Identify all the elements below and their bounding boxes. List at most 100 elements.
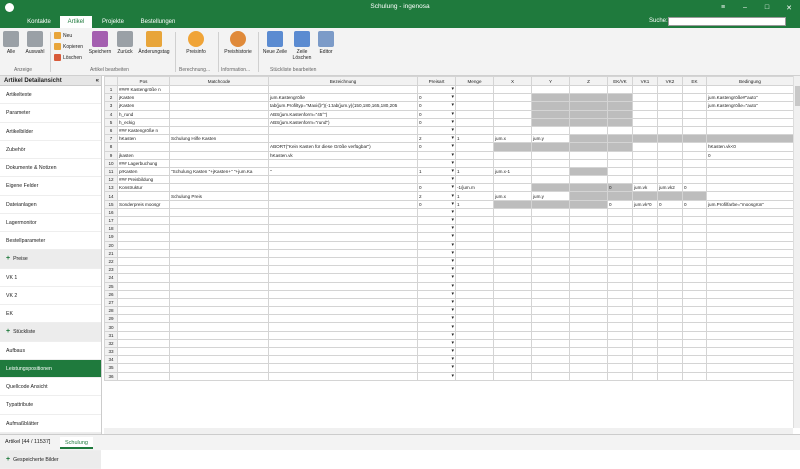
table-cell[interactable]: tab(jum.Profiltyp="Maxi@")(-1:tab(jum.y)…	[268, 101, 418, 111]
table-cell[interactable]	[706, 297, 793, 308]
table-cell[interactable]	[117, 191, 170, 201]
column-header[interactable]	[104, 76, 118, 86]
table-cell[interactable]	[569, 240, 608, 250]
table-cell[interactable]	[531, 281, 570, 291]
table-cell[interactable]	[632, 330, 658, 340]
table-cell[interactable]	[455, 306, 494, 316]
table-cell[interactable]: jum.y	[531, 134, 570, 144]
table-row[interactable]: 31 ▾	[104, 330, 793, 340]
table-row[interactable]: 21 ▾	[104, 248, 793, 258]
row-number[interactable]: 25	[104, 281, 118, 291]
table-cell[interactable]	[169, 109, 269, 119]
table-cell[interactable]	[268, 314, 418, 324]
row-number[interactable]: 36	[104, 371, 118, 381]
table-cell[interactable]	[682, 215, 707, 226]
table-cell[interactable]	[531, 84, 570, 95]
table-cell[interactable]	[657, 248, 683, 258]
table-cell[interactable]	[569, 306, 608, 316]
table-cell[interactable]: h_eckig	[117, 117, 170, 127]
table-cell[interactable]: 0	[607, 183, 633, 193]
table-cell[interactable]: ▾	[417, 224, 456, 234]
table-cell[interactable]	[607, 289, 633, 299]
table-cell[interactable]: Sonderpreis moosgr	[117, 199, 170, 209]
table-cell[interactable]	[569, 232, 608, 242]
table-cell[interactable]	[268, 134, 418, 144]
table-row[interactable]: 19 ▾	[104, 232, 793, 242]
table-cell[interactable]	[169, 150, 269, 160]
table-cell[interactable]	[607, 175, 633, 185]
table-cell[interactable]	[632, 158, 658, 168]
table-cell[interactable]	[117, 265, 170, 275]
table-cell[interactable]	[682, 158, 707, 168]
table-cell[interactable]	[569, 125, 608, 136]
table-cell[interactable]	[682, 256, 707, 267]
table-cell[interactable]	[632, 142, 658, 152]
table-cell[interactable]	[117, 371, 170, 381]
sidebar-section[interactable]: + Gespeicherte Bilder	[0, 451, 101, 469]
table-cell[interactable]	[706, 125, 793, 136]
table-cell[interactable]	[569, 134, 608, 144]
table-cell[interactable]	[169, 273, 269, 283]
column-header[interactable]: VK2	[657, 76, 683, 86]
dropdown-arrow-icon[interactable]: ▾	[451, 103, 454, 109]
table-cell[interactable]	[632, 314, 658, 324]
table-cell[interactable]	[682, 150, 707, 160]
preisinfo-button[interactable]: Preisinfo	[183, 31, 209, 55]
table-cell[interactable]	[268, 215, 418, 226]
table-cell[interactable]	[268, 224, 418, 234]
table-cell[interactable]	[569, 150, 608, 160]
dropdown-arrow-icon[interactable]: ▾	[451, 193, 454, 199]
table-cell[interactable]	[569, 101, 608, 111]
search-input[interactable]	[668, 17, 786, 26]
table-cell[interactable]: ▾	[417, 158, 456, 168]
table-cell[interactable]	[268, 256, 418, 267]
table-cell[interactable]: 0	[706, 150, 793, 160]
table-cell[interactable]	[706, 158, 793, 168]
table-cell[interactable]: jum.Profilfarbe="moosgrün"	[706, 199, 793, 209]
table-cell[interactable]: ▾	[417, 256, 456, 267]
table-cell[interactable]	[706, 371, 793, 381]
table-cell[interactable]	[493, 346, 532, 357]
row-number[interactable]: 1	[104, 84, 118, 95]
table-cell[interactable]	[455, 109, 494, 119]
table-cell[interactable]	[169, 346, 269, 357]
table-cell[interactable]	[607, 314, 633, 324]
table-cell[interactable]: 2 ▾	[417, 191, 456, 201]
table-cell[interactable]	[493, 355, 532, 365]
table-cell[interactable]: 0 ▾	[417, 109, 456, 119]
table-cell[interactable]	[268, 338, 418, 349]
table-cell[interactable]	[657, 224, 683, 234]
table-cell[interactable]	[607, 248, 633, 258]
table-cell[interactable]	[632, 265, 658, 275]
table-cell[interactable]: h_rund	[117, 109, 170, 119]
table-cell[interactable]	[493, 150, 532, 160]
table-cell[interactable]	[706, 281, 793, 291]
row-number[interactable]: 14	[104, 191, 118, 201]
table-cell[interactable]	[455, 322, 494, 332]
table-cell[interactable]: jum.vk2	[657, 183, 683, 193]
table-cell[interactable]	[682, 322, 707, 332]
table-cell[interactable]	[493, 273, 532, 283]
column-header[interactable]: Bezeichnung	[268, 76, 418, 86]
table-cell[interactable]	[531, 248, 570, 258]
scroll-thumb[interactable]	[795, 86, 800, 106]
sidebar-item[interactable]: Dokumente & Notizen	[0, 159, 101, 178]
table-cell[interactable]	[607, 338, 633, 349]
table-cell[interactable]: ▾	[417, 232, 456, 242]
table-cell[interactable]	[531, 346, 570, 357]
table-cell[interactable]: ABS(jum.Kastenform="45°")	[268, 109, 418, 119]
table-cell[interactable]: Konstruktur	[117, 183, 170, 193]
row-number[interactable]: 13	[104, 183, 118, 193]
table-cell[interactable]	[569, 207, 608, 218]
table-cell[interactable]	[569, 322, 608, 332]
table-cell[interactable]	[632, 150, 658, 160]
dropdown-arrow-icon[interactable]: ▾	[451, 87, 454, 93]
table-cell[interactable]	[632, 215, 658, 226]
column-header[interactable]: Bedingung	[706, 76, 793, 86]
row-number[interactable]: 31	[104, 330, 118, 340]
table-cell[interactable]	[632, 338, 658, 349]
table-cell[interactable]	[632, 175, 658, 185]
table-cell[interactable]	[569, 297, 608, 308]
aenderungstag-button[interactable]: Änderungstag	[137, 31, 171, 55]
table-cell[interactable]	[169, 338, 269, 349]
